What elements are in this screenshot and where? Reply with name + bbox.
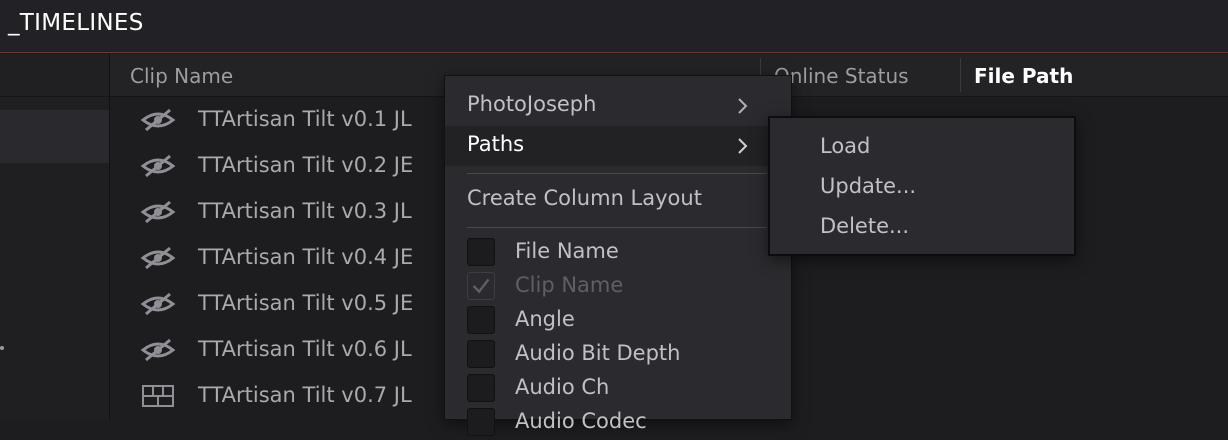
- column-header-online-status[interactable]: Online Status: [774, 64, 909, 88]
- column-header-file-path[interactable]: File Path: [974, 64, 1073, 88]
- menu-item-label: Create Column Layout: [467, 186, 702, 210]
- bin-list-dot: [0, 346, 4, 350]
- column-header-clip-name[interactable]: Clip Name: [130, 64, 233, 88]
- checkbox[interactable]: [467, 408, 495, 436]
- panel-title: _TIMELINES: [8, 10, 144, 36]
- hidden-eye-icon: [140, 246, 176, 270]
- column-checkbox-audio-bit-depth[interactable]: Audio Bit Depth: [445, 338, 791, 372]
- chevron-right-icon: [738, 98, 748, 114]
- clip-name: TTArtisan Tilt v0.3 JL: [198, 199, 412, 223]
- column-checkbox-audio-ch[interactable]: Audio Ch: [445, 372, 791, 406]
- timeline-icon: [142, 385, 174, 407]
- paths-submenu: Load Update... Delete...: [768, 116, 1076, 256]
- bin-list-pane: [0, 54, 110, 420]
- checkbox[interactable]: [467, 238, 495, 266]
- column-checkbox-clip-name: Clip Name: [445, 270, 791, 304]
- checkbox-label: Angle: [515, 307, 575, 331]
- checkbox[interactable]: [467, 340, 495, 368]
- clip-name: TTArtisan Tilt v0.5 JE: [198, 291, 414, 315]
- hidden-eye-icon: [140, 200, 176, 224]
- submenu-item-delete[interactable]: Delete...: [770, 208, 1074, 248]
- menu-item-label: PhotoJoseph: [467, 92, 597, 116]
- hidden-eye-icon: [140, 292, 176, 316]
- top-bar: _TIMELINES: [0, 0, 1228, 53]
- bin-list-selected-item[interactable]: [0, 110, 109, 163]
- menu-divider: [467, 173, 767, 174]
- submenu-item-load[interactable]: Load: [770, 128, 1074, 168]
- clip-name: TTArtisan Tilt v0.4 JE: [198, 245, 414, 269]
- menu-item-create-column-layout[interactable]: Create Column Layout: [445, 180, 791, 220]
- clip-name: TTArtisan Tilt v0.2 JE: [198, 153, 414, 177]
- submenu-item-update[interactable]: Update...: [770, 168, 1074, 208]
- column-checkbox-file-name[interactable]: File Name: [445, 236, 791, 270]
- menu-item-photojoseph[interactable]: PhotoJoseph: [445, 86, 791, 126]
- checkbox: [467, 272, 495, 300]
- hidden-eye-icon: [140, 154, 176, 178]
- clip-name: TTArtisan Tilt v0.7 JL: [198, 383, 412, 407]
- checkbox-label: Audio Codec: [515, 409, 647, 433]
- menu-divider: [467, 227, 767, 228]
- bin-list-header: [0, 54, 109, 97]
- chevron-right-icon: [738, 138, 748, 154]
- checkbox-label: Clip Name: [515, 273, 624, 297]
- submenu-item-label: Load: [820, 134, 871, 158]
- checkbox[interactable]: [467, 374, 495, 402]
- column-divider[interactable]: [960, 58, 961, 92]
- menu-item-label: Paths: [467, 132, 525, 156]
- submenu-item-label: Delete...: [820, 214, 910, 238]
- hidden-eye-icon: [140, 338, 176, 362]
- checkbox-label: Audio Ch: [515, 375, 610, 399]
- menu-item-paths[interactable]: Paths: [445, 126, 791, 166]
- column-checkbox-angle[interactable]: Angle: [445, 304, 791, 338]
- clip-name: TTArtisan Tilt v0.1 JL: [198, 107, 412, 131]
- submenu-item-label: Update...: [820, 174, 917, 198]
- column-context-menu: PhotoJoseph Paths Create Column Layout F…: [444, 75, 792, 436]
- checkbox-label: Audio Bit Depth: [515, 341, 681, 365]
- checkmark-icon: [472, 278, 490, 294]
- clip-name: TTArtisan Tilt v0.6 JL: [198, 337, 412, 361]
- column-checkbox-audio-codec[interactable]: Audio Codec: [445, 406, 791, 440]
- hidden-eye-icon: [140, 108, 176, 132]
- checkbox-label: File Name: [515, 239, 619, 263]
- checkbox[interactable]: [467, 306, 495, 334]
